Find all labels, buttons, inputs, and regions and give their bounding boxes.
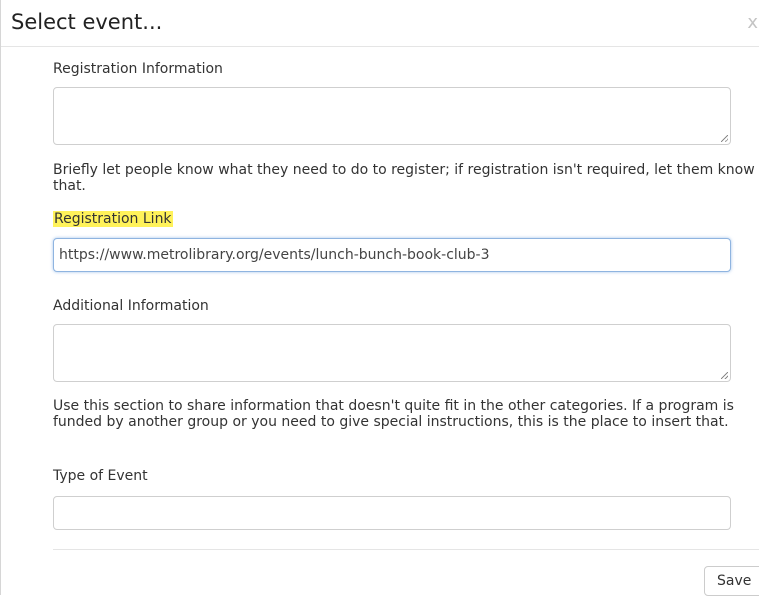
dialog-header: Select event... x [1,0,759,47]
registration-information-label: Registration Information [53,61,223,77]
dialog-title: Select event... [11,10,163,34]
registration-information-help: Briefly let people know what they need t… [53,162,755,194]
save-button[interactable]: Save [704,566,759,596]
registration-link-label-text: Registration Link [53,211,173,227]
registration-link-label: Registration Link [53,211,173,227]
close-icon[interactable]: x [747,12,758,33]
type-of-event-label: Type of Event [53,468,148,484]
resize-grip-icon[interactable] [721,135,728,142]
registration-information-textarea[interactable] [53,87,731,145]
type-of-event-input[interactable] [53,496,731,530]
additional-information-help: Use this section to share information th… [53,398,734,430]
registration-link-input[interactable]: https://www.metrolibrary.org/events/lunc… [53,238,731,272]
footer-divider [53,549,759,550]
additional-information-textarea[interactable] [53,324,731,382]
resize-grip-icon[interactable] [721,372,728,379]
additional-information-label: Additional Information [53,298,209,314]
select-event-dialog: Select event... x Registration Informati… [0,0,759,596]
